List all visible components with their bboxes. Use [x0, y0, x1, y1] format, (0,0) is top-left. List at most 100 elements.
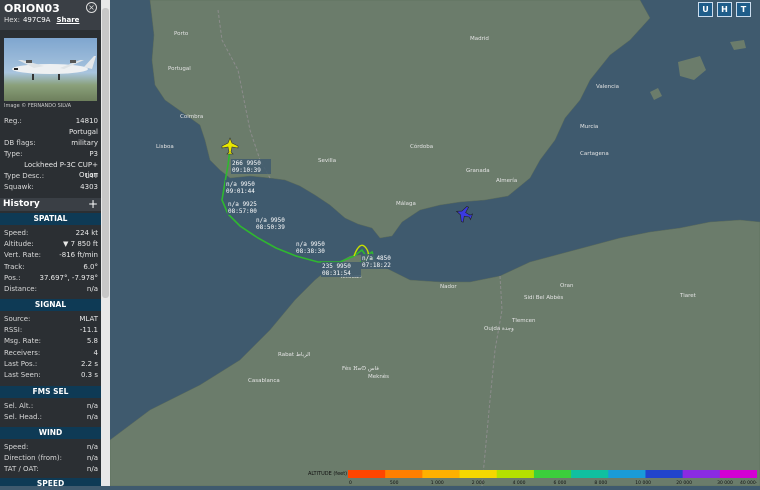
- legend-segment: [385, 470, 423, 478]
- history-label: History: [3, 199, 40, 209]
- legend-segment: [571, 470, 609, 478]
- info-label: Reg.:: [4, 117, 22, 125]
- place-label: Cartagena: [580, 151, 609, 157]
- info-label: Squawk:: [4, 183, 34, 191]
- section-wind[interactable]: WIND: [0, 427, 101, 439]
- legend-segment: [645, 470, 684, 478]
- wind-label: TAT / OAT:: [4, 465, 39, 473]
- legend-tick-label: 20 000: [676, 480, 692, 486]
- track-label-line1: 266 9950: [232, 160, 261, 167]
- track-label: n/a 995009:01:44: [225, 180, 265, 195]
- spatial-value: 37.697°, -7.978°: [39, 273, 98, 282]
- legend-segment: [719, 470, 758, 478]
- signal-row: Receivers: 4: [4, 348, 98, 358]
- altitude-legend: ALTITUDE (feet) 0 500 1 000 2 000 4 000 6 000…: [308, 470, 760, 486]
- fms-row: Sel. Alt.: n/a: [4, 401, 98, 411]
- place-label: Sevilla: [318, 158, 336, 164]
- info-value: Portugal: [69, 128, 98, 136]
- info-row: Reg.: 14810: [4, 116, 98, 126]
- legend-bar: 0 500 1 000 2 000 4 000 6 000 8 000 10 000 20 00…: [348, 470, 760, 486]
- section-fms-sel[interactable]: FMS SEL: [0, 386, 101, 398]
- legend-tick-label: 1 000: [431, 480, 444, 486]
- wind-row: TAT / OAT: n/a: [4, 464, 98, 474]
- spatial-value: 6.0°: [83, 262, 98, 271]
- map-control-u[interactable]: U: [698, 2, 713, 17]
- legend-segment: [682, 470, 721, 478]
- place-label: Casablanca: [248, 378, 280, 384]
- place-label: Málaga: [396, 200, 416, 207]
- place-label: Oran: [560, 283, 574, 289]
- signal-value: 2.2 s: [80, 359, 98, 368]
- callsign: ORION03: [4, 2, 60, 15]
- signal-row: Last Seen: 0.3 s: [4, 370, 98, 380]
- track-label-line1: 235 9950: [322, 263, 351, 270]
- track-label: n/a 995008:38:30: [295, 240, 335, 255]
- legend-segment: [459, 470, 498, 478]
- signal-row: RSSI: -11.1: [4, 325, 98, 335]
- info-row: Portugal: [4, 127, 98, 137]
- aircraft-photo[interactable]: [4, 38, 97, 101]
- place-label: Tlemcen: [511, 318, 536, 324]
- legend-tick-label: 0: [349, 480, 352, 486]
- spatial-value: ▼ 7 850 ft: [63, 240, 98, 249]
- legend-segment: [422, 470, 461, 478]
- track-label-line1: n/a 4850: [362, 255, 391, 262]
- place-label: Almería: [496, 177, 517, 184]
- spatial-row: Pos.: 37.697°, -7.978°: [4, 273, 98, 283]
- history-header[interactable]: History +: [0, 197, 101, 211]
- share-link[interactable]: Share: [56, 16, 79, 24]
- section-speed[interactable]: SPEED: [0, 478, 101, 486]
- info-row: Squawk: 4303: [4, 182, 98, 192]
- plus-icon[interactable]: +: [88, 197, 98, 211]
- wind-row: Direction (from): n/a: [4, 453, 98, 463]
- place-label: Tiaret: [679, 293, 697, 299]
- legend-tick-label: 40 000+: [740, 480, 757, 486]
- legend-tick-label: 10 000: [635, 480, 651, 486]
- info-value: L4T: [85, 172, 98, 180]
- track-label: n/a 995008:50:39: [255, 216, 295, 231]
- fms-label: Sel. Alt.:: [4, 402, 34, 410]
- section-spatial[interactable]: SPATIAL: [0, 213, 101, 225]
- info-label: Type Desc.:: [4, 172, 45, 180]
- place-label: Coimbra: [180, 114, 203, 120]
- signal-label: Msg. Rate:: [4, 337, 41, 346]
- track-label: 235 995008:31:54: [321, 262, 361, 277]
- sidebar-header: ORION03 × Hex: 497C9A Share: [0, 0, 101, 30]
- wind-value: n/a: [86, 443, 98, 451]
- track-label: n/a 485007:18:22: [361, 254, 401, 269]
- map-control-t[interactable]: T: [736, 2, 751, 17]
- info-label: Type:: [4, 150, 23, 158]
- place-label: Nador: [440, 284, 457, 290]
- map-view[interactable]: Portugal Porto Coimbra Lisboa Sevilla Málaga M…: [109, 0, 760, 487]
- legend-segment: [348, 470, 386, 478]
- track-label-line2: 09:01:44: [226, 188, 255, 195]
- track-label-line1: n/a 9950: [296, 241, 325, 248]
- signal-row: Msg. Rate: 5.8: [4, 336, 98, 346]
- legend-tick-label: 4 000: [513, 480, 526, 486]
- signal-label: Last Pos.:: [4, 359, 38, 368]
- place-label: Madrid: [470, 36, 489, 42]
- legend-title: ALTITUDE (feet): [308, 471, 348, 477]
- sidebar-scrollbar[interactable]: [101, 0, 110, 486]
- spatial-row: Track: 6.0°: [4, 262, 98, 272]
- scrollbar-thumb[interactable]: [102, 8, 109, 298]
- close-icon[interactable]: ×: [86, 2, 97, 13]
- info-row: DB flags: military: [4, 138, 98, 148]
- info-row: Lockheed P-3C CUP+ Orion: [4, 160, 98, 179]
- legend-segment: [608, 470, 646, 478]
- info-row: Type Desc.: L4T: [4, 171, 98, 181]
- map-control-h[interactable]: H: [717, 2, 732, 17]
- section-signal[interactable]: SIGNAL: [0, 299, 101, 311]
- photo-credit: Image © FERNANDO SILVA: [4, 103, 72, 109]
- track-label-line2: 09:10:39: [232, 167, 261, 174]
- fms-value: n/a: [86, 402, 98, 410]
- info-value: 14810: [75, 117, 98, 125]
- signal-label: Last Seen:: [4, 371, 41, 379]
- spatial-row: Distance: n/a: [4, 284, 98, 294]
- spatial-label: Vert. Rate:: [4, 251, 42, 260]
- info-label: DB flags:: [4, 139, 36, 147]
- spatial-label: Altitude:: [4, 240, 34, 249]
- hex-value: 497C9A: [22, 16, 51, 24]
- map-canvas[interactable]: Portugal Porto Coimbra Lisboa Sevilla Málaga M…: [109, 0, 760, 487]
- spatial-row: Speed: 224 kt: [4, 228, 98, 238]
